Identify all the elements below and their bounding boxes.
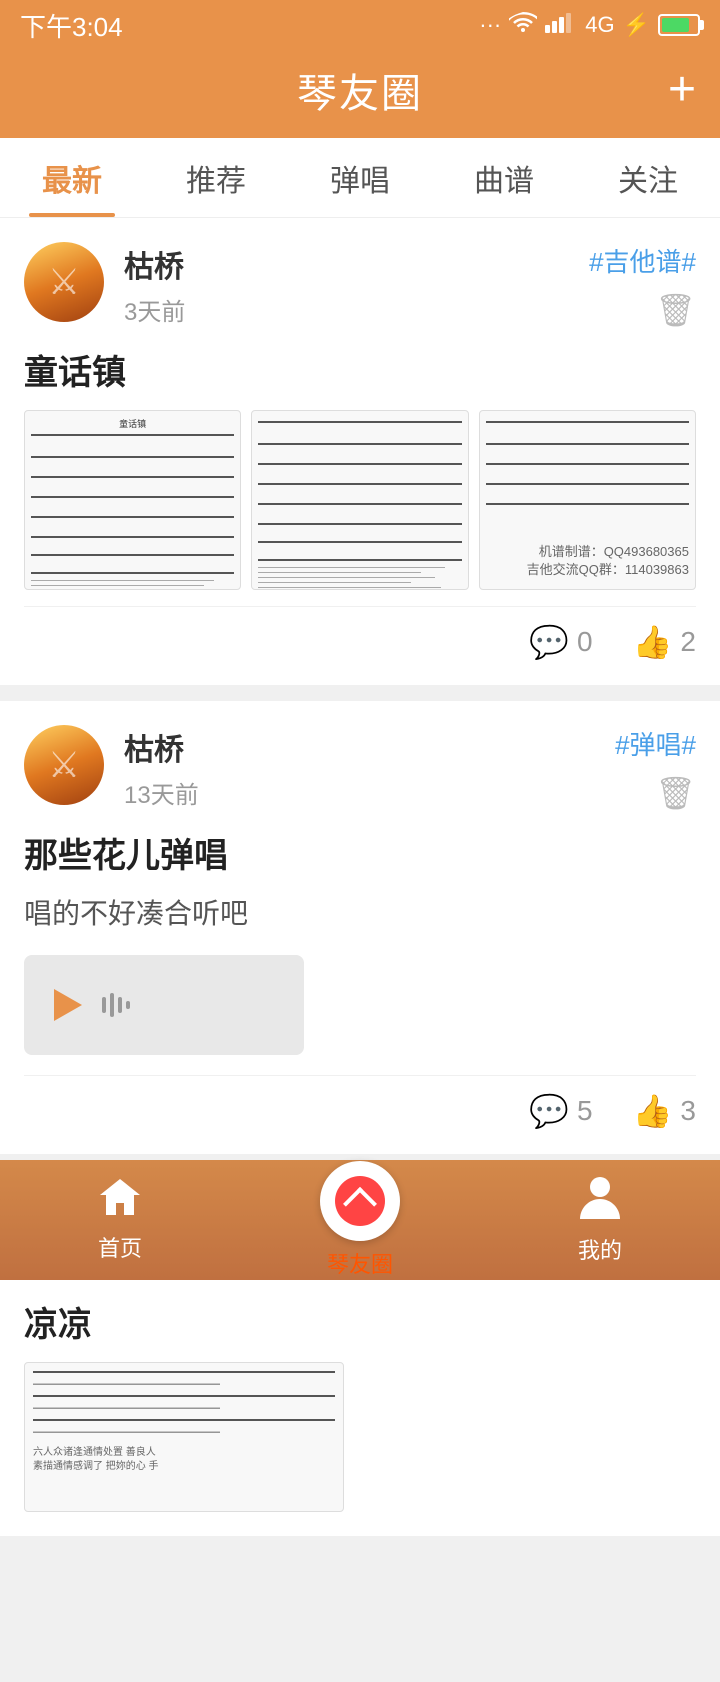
status-time: 下午3:04	[20, 7, 123, 44]
post-comments-2[interactable]: 💬 5	[529, 1092, 592, 1130]
app-header: 琴友圈 +	[0, 50, 720, 138]
sheet-image-3a[interactable]: ————————————————— ————————————————— ————…	[24, 1362, 344, 1512]
nav-home-label: 首页	[98, 1231, 142, 1263]
tab-follow[interactable]: 关注	[576, 138, 720, 217]
post-title-1: 童话镇	[24, 345, 696, 394]
avatar-1[interactable]	[24, 242, 104, 322]
post-card-2: 枯桥 13天前 #弹唱# 🗑 那些花儿弹唱 唱的不好凑合听吧 💬 5	[0, 701, 720, 1154]
tab-play-sing[interactable]: 弹唱	[288, 138, 432, 217]
comment-icon-2: 💬	[529, 1092, 569, 1130]
nav-circle-label: 琴友圈	[327, 1247, 393, 1279]
sheet-image-1a[interactable]: 童话镇	[24, 410, 241, 590]
post-actions-top-2: #弹唱# 🗑	[615, 725, 696, 812]
tab-bar: 最新 推荐 弹唱 曲谱 关注	[0, 138, 720, 218]
post-actions-top-1: #吉他谱# 🗑	[589, 242, 696, 329]
play-button-2[interactable]	[54, 989, 82, 1021]
nav-mine[interactable]: 我的	[480, 1175, 720, 1265]
header-title: 琴友圈	[297, 61, 423, 119]
person-icon	[580, 1175, 620, 1227]
signal-dots: ···	[479, 12, 501, 38]
wave-3	[118, 997, 122, 1013]
post-username-2: 枯桥	[124, 725, 615, 769]
circle-icon-inner	[335, 1176, 385, 1226]
wifi-icon	[509, 11, 537, 39]
post-likes-2[interactable]: 👍 3	[633, 1092, 696, 1130]
post-meta-1: 枯桥 3天前	[124, 242, 589, 327]
avatar-2[interactable]	[24, 725, 104, 805]
lightning-icon: ⚡	[623, 12, 650, 38]
post-header-1: 枯桥 3天前 #吉他谱# 🗑	[24, 242, 696, 329]
audio-player-2[interactable]	[24, 955, 304, 1055]
sound-waves-2	[102, 993, 130, 1017]
post-title-2: 那些花儿弹唱	[24, 828, 696, 877]
post-card-1: 枯桥 3天前 #吉他谱# 🗑 童话镇 童话镇	[0, 218, 720, 685]
like-icon-1: 👍	[633, 623, 673, 661]
sheet-image-1b[interactable]	[251, 410, 468, 590]
post-meta-2: 枯桥 13天前	[124, 725, 615, 810]
like-icon-2: 👍	[633, 1092, 673, 1130]
post-time-1: 3天前	[124, 292, 589, 327]
post-footer-2: 💬 5 👍 3	[24, 1075, 696, 1130]
signal-icon	[545, 11, 577, 39]
post-feed: 枯桥 3天前 #吉他谱# 🗑 童话镇 童话镇	[0, 218, 720, 1682]
circle-icon-wrapper	[320, 1161, 400, 1241]
tab-recommend[interactable]: 推荐	[144, 138, 288, 217]
wave-4	[126, 1001, 130, 1009]
home-icon	[98, 1177, 142, 1225]
sheet-images-1: 童话镇	[24, 410, 696, 590]
post-comments-1[interactable]: 💬 0	[529, 623, 592, 661]
nav-circle[interactable]: 琴友圈	[240, 1161, 480, 1279]
sheet-image-1c[interactable]: 机谱制谱：QQ493680365 吉他交流QQ群：114039863	[479, 410, 696, 590]
post-footer-1: 💬 0 👍 2	[24, 606, 696, 661]
post-likes-1[interactable]: 👍 2	[633, 623, 696, 661]
post-desc-2: 唱的不好凑合听吧	[24, 893, 696, 935]
network-label: 4G	[585, 12, 614, 38]
delete-button-2[interactable]: 🗑	[655, 774, 696, 812]
battery-icon	[658, 14, 700, 36]
post-tag-2[interactable]: #弹唱#	[615, 725, 696, 762]
sheet-watermark: 机谱制谱：QQ493680365 吉他交流QQ群：114039863	[527, 543, 689, 579]
wave-1	[102, 997, 106, 1013]
bottom-nav: 首页 琴友圈 我的	[0, 1160, 720, 1280]
post-tag-1[interactable]: #吉他谱#	[589, 242, 696, 279]
nav-mine-label: 我的	[578, 1233, 622, 1265]
add-button[interactable]: +	[668, 66, 696, 114]
post-time-2: 13天前	[124, 775, 615, 810]
post-header-2: 枯桥 13天前 #弹唱# 🗑	[24, 725, 696, 812]
delete-button-1[interactable]: 🗑	[655, 291, 696, 329]
post-title-3: 凉凉	[24, 1297, 696, 1346]
post-username-1: 枯桥	[124, 242, 589, 286]
tab-latest[interactable]: 最新	[0, 138, 144, 217]
status-bar: 下午3:04 ··· 4G ⚡	[0, 0, 720, 50]
tab-score[interactable]: 曲谱	[432, 138, 576, 217]
status-icons: ··· 4G ⚡	[479, 11, 700, 39]
comment-icon-1: 💬	[529, 623, 569, 661]
wave-2	[110, 993, 114, 1017]
nav-home[interactable]: 首页	[0, 1177, 240, 1263]
